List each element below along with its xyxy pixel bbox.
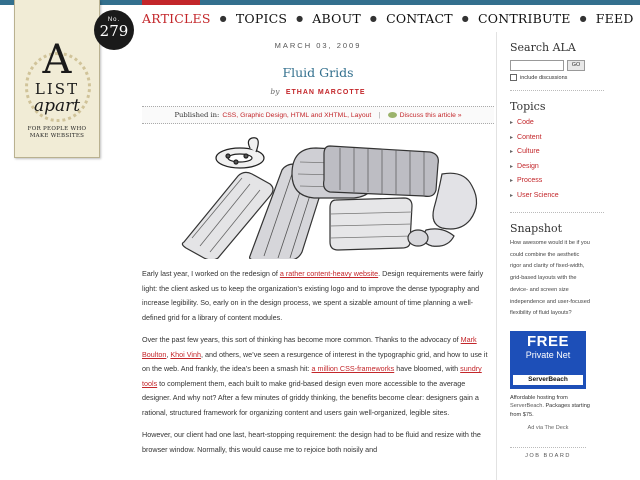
speech-bubble-icon (387, 112, 397, 118)
logo-tagline: FOR PEOPLE WHO MAKE WEBSITES (27, 126, 87, 139)
ad-private-net-text: Private Net (525, 349, 571, 360)
sidebar: Search ALA GO include discussions Topics… (496, 32, 640, 480)
bullet-icon: ▸ (510, 178, 514, 184)
article-title[interactable]: Fluid Grids (142, 65, 494, 80)
go-button[interactable]: GO (567, 60, 585, 71)
nav-separator: ● (369, 13, 378, 23)
paragraph-1: Early last year, I worked on the redesig… (142, 267, 494, 325)
search-row: GO (510, 60, 640, 71)
mattress-right (323, 145, 439, 197)
serverbeach-ad[interactable]: FREE Private Net ServerBeach (510, 330, 586, 389)
mattress-bottom (329, 197, 413, 251)
paragraph-3: However, our client had one last, heart-… (142, 430, 481, 454)
byline-by: by (270, 87, 280, 96)
nav-separator: ● (579, 13, 587, 23)
nav-separator: ● (296, 13, 304, 23)
air-mattress-illustration (142, 134, 494, 261)
bullet-icon: ▸ (510, 192, 514, 199)
article: MARCH 03, 2009 Fluid Grids by ETHAN MARC… (142, 32, 494, 457)
topics-list: ▸ Code ▸ Content ▸ Culture ▸ Design ▸ Process… (510, 116, 640, 203)
published-in-bar: Published in: CSS, Graphic Design, HTML … (142, 106, 494, 124)
topic-label: Process (517, 177, 543, 184)
css-frameworks-link[interactable]: a million CSS-frameworks (312, 364, 395, 373)
job-board-heading[interactable]: JOB BOARD (510, 447, 586, 459)
topic-label: Culture (517, 148, 540, 155)
swan-float (215, 137, 265, 169)
topic-item[interactable]: ▸ Process (510, 174, 640, 189)
bullet-icon: ▸ (510, 134, 514, 141)
ad-brand-logo: ServerBeach (513, 374, 583, 385)
logo-letter: A (42, 37, 72, 83)
topics-heading: Topics (510, 100, 546, 113)
content-heavy-link[interactable]: a rather content-heavy website (280, 269, 378, 278)
paragraph-2: Over the past few years, this sort of th… (142, 333, 494, 420)
nav-separator: ● (461, 13, 469, 23)
topic-label: Content (517, 133, 542, 141)
published-label: Published in: (174, 111, 220, 119)
khoi-vinh-link[interactable]: Khoi Vinh (170, 350, 201, 359)
p2-text-d: have bloomed, with (394, 364, 461, 373)
bullet-icon: ▸ (510, 149, 514, 155)
illustration-image (181, 137, 478, 261)
ad-text-a: Affordable hosting from (510, 394, 568, 401)
nav-contact[interactable]: CONTACT (386, 11, 453, 26)
include-discussions-row: include discussions (510, 74, 640, 81)
divider (510, 212, 604, 213)
ad-free-text: FREE (526, 332, 569, 350)
topic-item[interactable]: ▸ Content (510, 131, 640, 146)
snapshot-heading: Snapshot (510, 222, 562, 235)
topic-label: Design (517, 162, 539, 170)
bullet-icon: ▸ (510, 163, 514, 170)
nav-contribute[interactable]: CONTRIBUTE (478, 11, 571, 26)
p2-text-e: to complement them, each built to make g… (142, 378, 479, 417)
snapshot-text: How awesome would it be if you could com… (510, 240, 590, 317)
author-link[interactable]: ETHAN MARCOTTE (286, 89, 366, 96)
include-discussions-checkbox[interactable] (510, 74, 517, 81)
nav-topics[interactable]: TOPICS (236, 11, 287, 26)
discuss-link[interactable]: Discuss this article » (400, 112, 462, 119)
topic-label: Code (517, 119, 534, 126)
byline: by ETHAN MARCOTTE (142, 87, 494, 96)
main-nav: ARTICLES ● TOPICS ● ABOUT ● CONTACT ● CO… (142, 5, 634, 31)
issue-badge[interactable]: No. 279 (94, 10, 134, 50)
topic-label: User Science (517, 191, 559, 199)
ad-description: Affordable hosting from ServerBeach. Pac… (510, 394, 596, 420)
topic-item[interactable]: ▸ Code (510, 116, 640, 131)
nav-articles[interactable]: ARTICLES (142, 11, 211, 26)
search-input[interactable] (510, 60, 564, 71)
serverbeach-link[interactable]: ServerBeach (510, 403, 542, 409)
nav-feed[interactable]: FEED (596, 11, 634, 26)
topic-item[interactable]: ▸ Design (510, 160, 640, 175)
search-heading: Search ALA (510, 41, 576, 54)
issue-number: 279 (99, 22, 129, 40)
include-discussions-label: include discussions (520, 74, 568, 81)
site-logo[interactable]: A LIST apart FOR PEOPLE WHO MAKE WEBSITE… (14, 0, 100, 158)
p2-text-a: Over the past few years, this sort of th… (142, 335, 461, 344)
nav-separator: ● (219, 13, 227, 23)
bullet-icon: ▸ (510, 120, 514, 126)
p1-text-a: Early last year, I worked on the redesig… (142, 269, 280, 278)
ad-via-link[interactable]: Ad via The Deck (510, 425, 586, 431)
nav-about[interactable]: ABOUT (312, 11, 361, 26)
logo-apart-text: apart (33, 96, 81, 116)
category-links[interactable]: CSS, Graphic Design, HTML and XHTML, Lay… (222, 112, 371, 119)
article-date: MARCH 03, 2009 (274, 41, 362, 50)
divider (510, 90, 604, 91)
topic-item[interactable]: ▸ User Science (510, 189, 640, 204)
separator: | (378, 111, 381, 119)
topic-item[interactable]: ▸ Culture (510, 145, 640, 160)
